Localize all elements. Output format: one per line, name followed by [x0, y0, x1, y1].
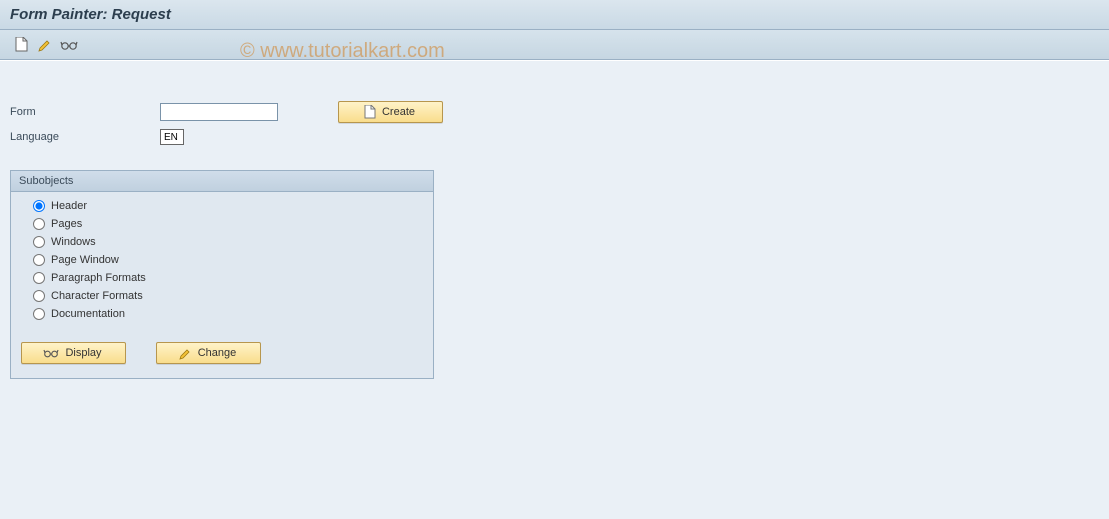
change-button[interactable]: Change	[156, 342, 261, 364]
title-bar: Form Painter: Request	[0, 0, 1109, 30]
radio-header[interactable]: Header	[33, 200, 423, 212]
radio-character-formats-label: Character Formats	[51, 290, 143, 302]
radio-page-window-label: Page Window	[51, 254, 119, 266]
toolbar-new-button[interactable]	[10, 35, 32, 55]
subobjects-group: Subobjects Header Pages Windows Page Win…	[10, 170, 434, 379]
radio-windows-label: Windows	[51, 236, 96, 248]
display-button[interactable]: Display	[21, 342, 126, 364]
radio-pages-input[interactable]	[33, 218, 45, 230]
radio-page-window[interactable]: Page Window	[33, 254, 423, 266]
pencil-icon	[38, 38, 52, 52]
pencil-icon	[179, 347, 192, 360]
subobjects-radios: Header Pages Windows Page Window Paragra…	[11, 192, 433, 330]
radio-character-formats[interactable]: Character Formats	[33, 290, 423, 302]
toolbar	[0, 30, 1109, 60]
glasses-icon	[60, 39, 78, 51]
content-area: Form Create Language Subobjects Header P…	[0, 60, 1109, 519]
display-button-label: Display	[65, 347, 101, 359]
radio-documentation-input[interactable]	[33, 308, 45, 320]
subobjects-title: Subobjects	[11, 171, 433, 192]
radio-windows-input[interactable]	[33, 236, 45, 248]
create-button-label: Create	[382, 106, 415, 118]
radio-documentation[interactable]: Documentation	[33, 308, 423, 320]
radio-pages[interactable]: Pages	[33, 218, 423, 230]
create-button[interactable]: Create	[338, 101, 443, 123]
radio-header-input[interactable]	[33, 200, 45, 212]
form-input[interactable]	[160, 103, 278, 121]
radio-page-window-input[interactable]	[33, 254, 45, 266]
radio-documentation-label: Documentation	[51, 308, 125, 320]
document-icon	[364, 105, 376, 119]
form-row: Form Create	[10, 101, 1099, 123]
radio-windows[interactable]: Windows	[33, 236, 423, 248]
change-button-label: Change	[198, 347, 237, 359]
subobjects-buttons: Display Change	[11, 330, 433, 378]
language-label: Language	[10, 131, 160, 143]
glasses-icon	[43, 348, 59, 358]
language-row: Language	[10, 129, 1099, 145]
document-icon	[15, 37, 28, 52]
radio-paragraph-formats-label: Paragraph Formats	[51, 272, 146, 284]
page-title: Form Painter: Request	[10, 6, 171, 23]
toolbar-edit-button[interactable]	[34, 35, 56, 55]
radio-paragraph-formats[interactable]: Paragraph Formats	[33, 272, 423, 284]
language-input[interactable]	[160, 129, 184, 145]
radio-header-label: Header	[51, 200, 87, 212]
form-label: Form	[10, 106, 160, 118]
radio-character-formats-input[interactable]	[33, 290, 45, 302]
radio-paragraph-formats-input[interactable]	[33, 272, 45, 284]
radio-pages-label: Pages	[51, 218, 82, 230]
toolbar-display-button[interactable]	[58, 35, 80, 55]
